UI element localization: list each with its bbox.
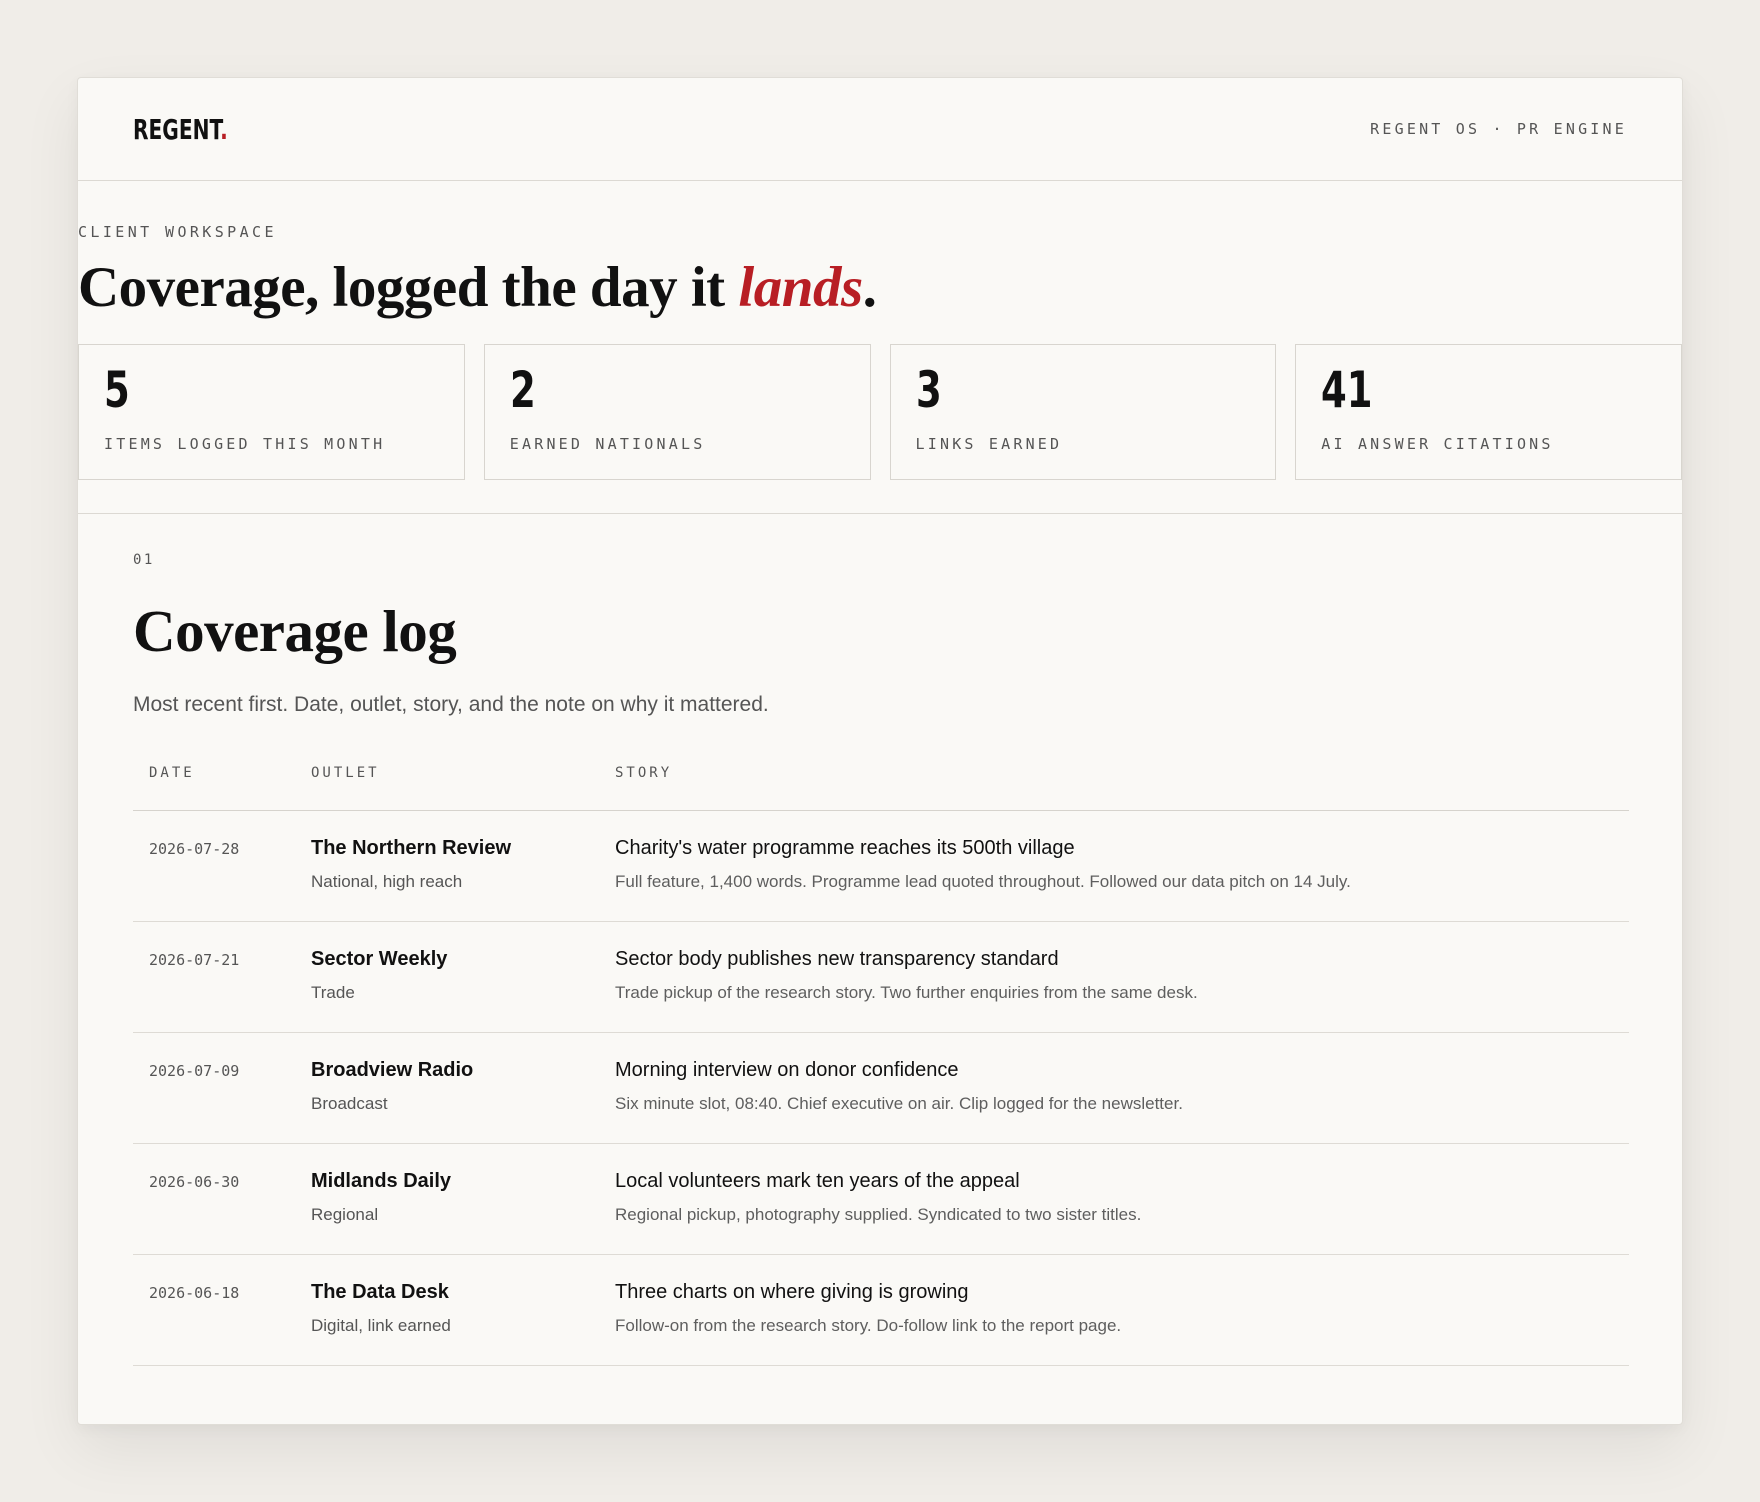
product-label: REGENT OS · PR ENGINE — [1370, 120, 1627, 138]
stat-value: 2 — [509, 361, 536, 419]
story-title: Charity's water programme reaches its 50… — [615, 837, 1075, 859]
regent-logo[interactable]: REGENT. — [133, 113, 228, 146]
stat-value: 41 — [1321, 361, 1373, 419]
stat-value: 3 — [915, 361, 942, 419]
outlet-name: Broadview Radio — [311, 1059, 474, 1081]
outlet-name: The Northern Review — [311, 837, 512, 859]
row-outlet: The Northern Review National, high reach — [311, 810, 615, 922]
logo-dot: . — [220, 112, 228, 146]
row-outlet: Broadview Radio Broadcast — [311, 1032, 615, 1144]
row-story: Morning interview on donor confidence Si… — [615, 1032, 1629, 1144]
stat-earned-nationals: 2 EARNED NATIONALS — [483, 344, 871, 480]
stats-row: 5 ITEMS LOGGED THIS MONTH 2 EARNED NATIO… — [78, 344, 1682, 480]
coverage-log-section: 01 Coverage log Most recent first. Date,… — [78, 514, 1682, 1366]
story-note: Full feature, 1,400 words. Programme lea… — [615, 872, 1351, 891]
table-row[interactable]: 2026-07-21 Sector Weekly Trade Sector bo… — [133, 921, 1629, 1033]
outlet-type: Digital, link earned — [311, 1316, 451, 1335]
stat-links-earned: 3 LINKS EARNED — [889, 344, 1277, 480]
story-note: Regional pickup, photography supplied. S… — [615, 1205, 1142, 1224]
table-row[interactable]: 2026-06-30 Midlands Daily Regional Local… — [133, 1143, 1629, 1255]
story-title: Sector body publishes new transparency s… — [615, 948, 1059, 970]
section-subtitle: Most recent first. Date, outlet, story, … — [133, 693, 769, 716]
table-row[interactable]: 2026-06-18 The Data Desk Digital, link e… — [133, 1254, 1629, 1366]
row-date: 2026-07-09 — [133, 1032, 311, 1144]
outlet-name: Midlands Daily — [311, 1170, 452, 1192]
row-story: Sector body publishes new transparency s… — [615, 921, 1629, 1033]
table-row[interactable]: 2026-07-09 Broadview Radio Broadcast Mor… — [133, 1032, 1629, 1144]
row-story: Local volunteers mark ten years of the a… — [615, 1143, 1629, 1255]
coverage-table: DATE OUTLET STORY 2026-07-28 The Norther… — [133, 765, 1629, 1366]
story-title: Local volunteers mark ten years of the a… — [615, 1170, 1020, 1192]
outlet-type: Regional — [311, 1205, 379, 1224]
stat-label: EARNED NATIONALS — [509, 435, 706, 453]
table-header-row: DATE OUTLET STORY — [133, 765, 1629, 811]
section-number: 01 — [133, 552, 155, 568]
story-note: Trade pickup of the research story. Two … — [615, 983, 1198, 1002]
page-headline: Coverage, logged the day it lands. — [78, 259, 1682, 316]
row-date: 2026-07-28 — [133, 810, 311, 922]
column-header-story: STORY — [615, 765, 1629, 811]
row-story: Three charts on where giving is growing … — [615, 1254, 1629, 1366]
section-title: Coverage log — [133, 598, 457, 664]
row-outlet: Midlands Daily Regional — [311, 1143, 615, 1255]
row-outlet: Sector Weekly Trade — [311, 921, 615, 1033]
stat-value: 5 — [104, 361, 130, 419]
hero: CLIENT WORKSPACE Coverage, logged the da… — [78, 181, 1682, 480]
column-header-date: DATE — [133, 765, 311, 811]
outlet-type: Broadcast — [311, 1094, 388, 1113]
headline-suffix: . — [862, 256, 877, 319]
headline-prefix: Coverage, logged the day it — [78, 256, 739, 319]
outlet-type: National, high reach — [311, 872, 463, 891]
workspace-eyebrow: CLIENT WORKSPACE — [78, 223, 277, 241]
story-note: Follow-on from the research story. Do-fo… — [615, 1316, 1122, 1335]
stat-label: ITEMS LOGGED THIS MONTH — [104, 435, 386, 453]
column-header-outlet: OUTLET — [311, 765, 615, 811]
stat-label: LINKS EARNED — [915, 435, 1063, 453]
row-date: 2026-07-21 — [133, 921, 311, 1033]
headline-accent: lands — [738, 256, 863, 319]
row-story: Charity's water programme reaches its 50… — [615, 810, 1629, 922]
outlet-name: Sector Weekly — [311, 948, 448, 970]
story-note: Six minute slot, 08:40. Chief executive … — [615, 1094, 1183, 1113]
row-outlet: The Data Desk Digital, link earned — [311, 1254, 615, 1366]
stat-items-logged: 5 ITEMS LOGGED THIS MONTH — [78, 344, 465, 480]
outlet-name: The Data Desk — [311, 1281, 449, 1303]
top-bar: REGENT. REGENT OS · PR ENGINE — [78, 78, 1682, 181]
stat-label: AI ANSWER CITATIONS — [1321, 435, 1554, 453]
table-row[interactable]: 2026-07-28 The Northern Review National,… — [133, 810, 1629, 922]
outlet-type: Trade — [311, 983, 355, 1002]
story-title: Three charts on where giving is growing — [615, 1281, 969, 1303]
row-date: 2026-06-30 — [133, 1143, 311, 1255]
logo-text: REGENT — [133, 112, 221, 146]
stat-ai-citations: 41 AI ANSWER CITATIONS — [1295, 344, 1682, 480]
row-date: 2026-06-18 — [133, 1254, 311, 1366]
workspace-card: REGENT. REGENT OS · PR ENGINE CLIENT WOR… — [77, 77, 1683, 1425]
story-title: Morning interview on donor confidence — [615, 1059, 959, 1081]
